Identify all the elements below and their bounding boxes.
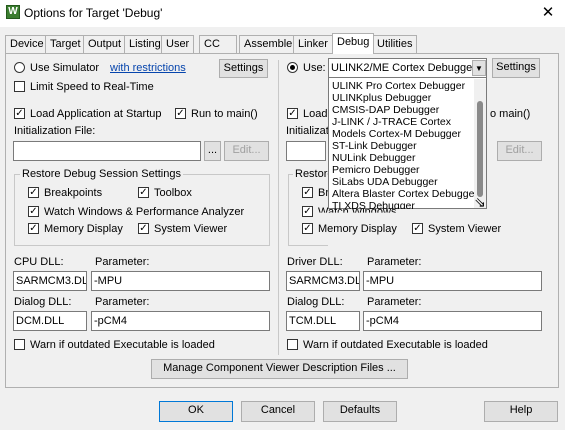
with-restrictions-link[interactable]: with restrictions [110, 62, 186, 74]
tab-assembler[interactable]: Assembler [239, 35, 301, 53]
dialog-dll-label: Dialog DLL: [14, 296, 72, 308]
right-init-file-input[interactable] [286, 141, 326, 161]
close-icon[interactable]: ✕ [537, 3, 559, 23]
tab-user[interactable]: User [161, 35, 195, 53]
tab-listing[interactable]: Listing [124, 35, 166, 53]
dropdown-option[interactable]: CMSIS-DAP Debugger [332, 104, 439, 116]
right-run-to-main-label: o main() [490, 108, 531, 120]
defaults-button[interactable]: Defaults [323, 401, 397, 422]
memory-display-label: Memory Display [44, 223, 123, 235]
tab-utilities[interactable]: Utilities [372, 35, 418, 53]
chevron-down-icon[interactable]: ▼ [472, 60, 486, 76]
app-icon: W [6, 5, 20, 19]
right-warn-outdated-checkbox[interactable] [287, 339, 298, 350]
warn-outdated-checkbox[interactable] [14, 339, 25, 350]
debugger-select-value: ULINK2/ME Cortex Debugger [331, 62, 476, 74]
limit-speed-label: Limit Speed to Real-Time [30, 81, 154, 93]
driver-dll-label: Driver DLL: [287, 256, 343, 268]
limit-speed-checkbox[interactable] [14, 81, 25, 92]
driver-dll-input[interactable]: SARMCM3.DLL [286, 271, 360, 291]
toolbox-checkbox[interactable]: ✓ [138, 187, 149, 198]
right-breakpoints-checkbox[interactable]: ✓ [302, 187, 313, 198]
memory-display-checkbox[interactable]: ✓ [28, 223, 39, 234]
use-label: Use: [303, 62, 326, 74]
dropdown-option[interactable]: ULINKplus Debugger [332, 92, 431, 104]
dropdown-option[interactable]: SiLabs UDA Debugger [332, 176, 438, 188]
tab-device[interactable]: Device [5, 35, 49, 53]
right-load-app-label: Load [303, 108, 328, 120]
right-dialog-param-label: Parameter: [367, 296, 422, 308]
ok-button[interactable]: OK [159, 401, 233, 422]
use-simulator-label: Use Simulator [30, 62, 100, 74]
right-memory-display-checkbox[interactable]: ✓ [302, 223, 313, 234]
use-simulator-radio[interactable] [14, 62, 25, 73]
init-file-input[interactable] [13, 141, 201, 161]
right-memory-display-label: Memory Display [318, 223, 397, 235]
tab-linker[interactable]: Linker [293, 35, 333, 53]
watch-windows-label: Watch Windows & Performance Analyzer [44, 206, 245, 218]
mouse-cursor-icon: ⇘ [474, 194, 486, 210]
run-to-main-checkbox[interactable]: ✓ [175, 108, 186, 119]
dropdown-option[interactable]: Models Cortex-M Debugger [332, 128, 461, 140]
warn-outdated-label: Warn if outdated Executable is loaded [30, 339, 215, 351]
toolbox-label: Toolbox [154, 187, 192, 199]
init-file-label: Initialization File: [14, 125, 96, 137]
dropdown-option[interactable]: ST-Link Debugger [332, 140, 417, 152]
init-file-edit-button[interactable]: Edit... [224, 141, 269, 161]
manage-component-viewer-button[interactable]: Manage Component Viewer Description File… [151, 359, 408, 379]
load-app-checkbox[interactable]: ✓ [14, 108, 25, 119]
scrollbar-thumb[interactable] [477, 101, 483, 197]
dropdown-option[interactable]: Altera Blaster Cortex Debugger [332, 188, 478, 200]
right-load-app-checkbox[interactable]: ✓ [287, 108, 298, 119]
right-dialog-dll-input[interactable]: TCM.DLL [286, 311, 360, 331]
dropdown-option[interactable]: NULink Debugger [332, 152, 415, 164]
simulator-settings-button[interactable]: Settings [219, 59, 268, 78]
debugger-settings-button[interactable]: Settings [492, 58, 540, 78]
restore-settings-title: Restore Debug Session Settings [20, 168, 183, 180]
column-divider [278, 60, 279, 355]
watch-windows-checkbox[interactable]: ✓ [28, 206, 39, 217]
tab-cc[interactable]: CC [199, 35, 237, 53]
dialog-param-input[interactable]: -pCM4 [91, 311, 270, 331]
system-viewer-label: System Viewer [154, 223, 228, 235]
cpu-param-label: Parameter: [95, 256, 150, 268]
breakpoints-checkbox[interactable]: ✓ [28, 187, 39, 198]
right-init-file-edit-button[interactable]: Edit... [497, 141, 542, 161]
cpu-dll-input[interactable]: SARMCM3.DLL [13, 271, 87, 291]
debugger-select[interactable]: ULINK2/ME Cortex Debugger [328, 58, 487, 78]
right-watch-windows-checkbox[interactable]: ✓ [302, 206, 313, 217]
dialog-dll-input[interactable]: DCM.DLL [13, 311, 87, 331]
init-file-browse-button[interactable]: ... [204, 141, 221, 161]
use-debugger-radio[interactable] [287, 62, 298, 73]
window-title: Options for Target 'Debug' [24, 6, 163, 20]
right-dialog-dll-label: Dialog DLL: [287, 296, 345, 308]
help-button[interactable]: Help [484, 401, 558, 422]
dropdown-option[interactable]: ULINK Pro Cortex Debugger [332, 80, 465, 92]
run-to-main-label: Run to main() [191, 108, 258, 120]
cpu-dll-label: CPU DLL: [14, 256, 64, 268]
right-system-viewer-checkbox[interactable]: ✓ [412, 223, 423, 234]
driver-param-input[interactable]: -MPU [363, 271, 542, 291]
cancel-button[interactable]: Cancel [241, 401, 315, 422]
right-warn-outdated-label: Warn if outdated Executable is loaded [303, 339, 488, 351]
dialog-param-label: Parameter: [95, 296, 150, 308]
driver-param-label: Parameter: [367, 256, 422, 268]
tab-output[interactable]: Output [83, 35, 127, 53]
dropdown-option[interactable]: J-LINK / J-TRACE Cortex [332, 116, 451, 128]
right-dialog-param-input[interactable]: -pCM4 [363, 311, 542, 331]
tab-debug[interactable]: Debug [332, 33, 375, 54]
system-viewer-checkbox[interactable]: ✓ [138, 223, 149, 234]
right-system-viewer-label: System Viewer [428, 223, 502, 235]
cpu-param-input[interactable]: -MPU [91, 271, 270, 291]
dropdown-scrollbar[interactable] [474, 79, 486, 208]
breakpoints-label: Breakpoints [44, 187, 103, 199]
tab-target[interactable]: Target [45, 35, 86, 53]
debugger-dropdown-list[interactable]: ULINK Pro Cortex Debugger ULINKplus Debu… [328, 77, 487, 209]
load-app-label: Load Application at Startup [30, 108, 162, 120]
dropdown-option[interactable]: TI XDS Debugger [332, 200, 415, 209]
dropdown-option[interactable]: Pemicro Debugger [332, 164, 420, 176]
